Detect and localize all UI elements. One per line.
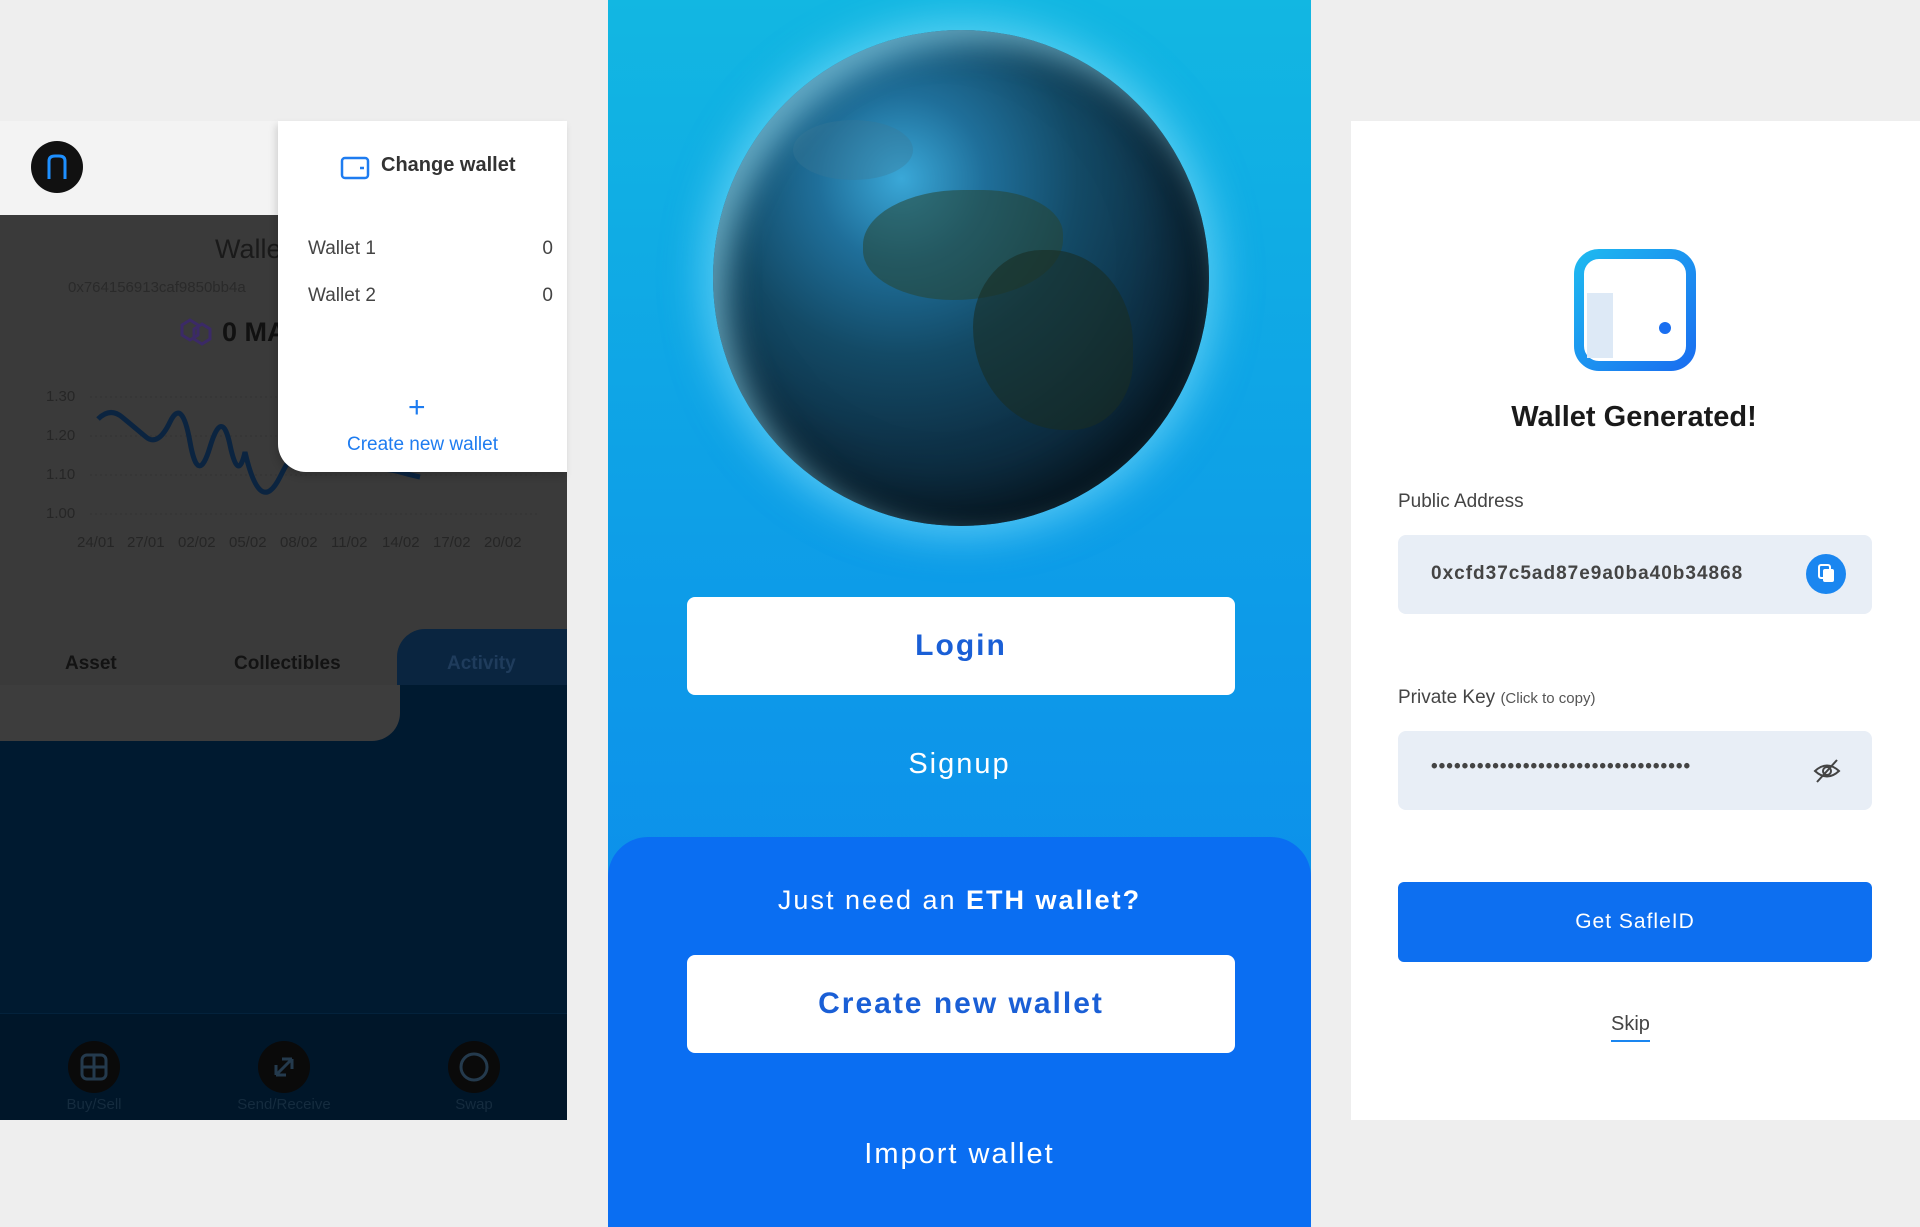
earth-shade — [793, 120, 913, 180]
transfer-icon — [274, 1057, 294, 1077]
earth-illustration — [713, 30, 1209, 526]
swap-label: Swap — [455, 1096, 493, 1113]
wallet-icon — [1574, 249, 1696, 371]
public-address-field[interactable]: 0xcfd37c5ad87e9a0ba40b34868 — [1398, 535, 1872, 614]
private-key-masked: •••••••••••••••••••••••••••••••••• — [1431, 756, 1692, 777]
tab-collectibles[interactable]: Collectibles — [234, 653, 341, 675]
wallet-option-balance: 0 — [542, 238, 553, 259]
app-logo-icon[interactable] — [31, 141, 83, 193]
buy-sell-label: Buy/Sell — [66, 1096, 122, 1113]
public-address-label: Public Address — [1398, 491, 1524, 512]
wallet-option-balance: 0 — [542, 285, 553, 306]
y-tick: 1.30 — [46, 388, 75, 405]
x-tick: 11/02 — [331, 534, 367, 551]
x-tick: 05/02 — [229, 534, 267, 551]
x-tick: 08/02 — [280, 534, 318, 551]
earth-landmass — [973, 250, 1133, 430]
private-key-field[interactable]: •••••••••••••••••••••••••••••••••• — [1398, 731, 1872, 810]
wallet-address[interactable]: 0x764156913caf9850bb4a — [68, 279, 246, 296]
x-tick: 20/02 — [484, 534, 522, 551]
private-key-hint: (Click to copy) — [1500, 690, 1596, 707]
x-tick: 17/02 — [433, 534, 471, 551]
eth-prompt-bold: ETH wallet? — [966, 885, 1142, 915]
wallet-option-name: Wallet 2 — [308, 285, 376, 306]
plus-icon[interactable]: + — [408, 393, 426, 423]
copy-icon — [1818, 564, 1834, 582]
y-tick: 1.00 — [46, 505, 75, 522]
y-tick: 1.20 — [46, 427, 75, 444]
onboarding-panel: Login Signup Just need an ETH wallet? Cr… — [608, 0, 1311, 1227]
tabs-curve — [0, 685, 400, 741]
wallet-option-name: Wallet 1 — [308, 238, 376, 259]
grid-icon — [80, 1053, 108, 1081]
polygon-icon — [180, 318, 212, 346]
wallet-option[interactable]: Wallet 1 0 — [308, 238, 553, 260]
eth-wallet-prompt: Just need an ETH wallet? — [608, 885, 1311, 916]
create-new-wallet-link[interactable]: Create new wallet — [278, 434, 567, 456]
wallet-option[interactable]: Wallet 2 0 — [308, 285, 553, 307]
x-tick: 24/01 — [77, 534, 115, 551]
wallet-generated-panel: Wallet Generated! Public Address 0xcfd37… — [1351, 121, 1920, 1120]
create-new-wallet-button[interactable]: Create new wallet — [687, 955, 1235, 1053]
private-key-label-text: Private Key — [1398, 687, 1496, 708]
public-address-value: 0xcfd37c5ad87e9a0ba40b34868 — [1431, 563, 1744, 584]
y-tick: 1.10 — [46, 466, 75, 483]
eye-off-icon[interactable] — [1812, 757, 1842, 785]
get-safleid-button[interactable]: Get SafleID — [1398, 882, 1872, 962]
signup-link[interactable]: Signup — [608, 748, 1311, 781]
import-wallet-link[interactable]: Import wallet — [608, 1138, 1311, 1171]
tab-activity[interactable]: Activity — [447, 653, 516, 675]
x-tick: 27/01 — [127, 534, 165, 551]
copy-button[interactable] — [1806, 554, 1846, 594]
send-receive-label: Send/Receive — [237, 1096, 331, 1113]
tab-asset[interactable]: Asset — [65, 653, 117, 675]
wallet-name: Walle — [215, 234, 282, 264]
wallet-balance: 0 MA — [222, 317, 287, 347]
private-key-label: Private Key (Click to copy) — [1398, 687, 1595, 709]
wallet-icon — [340, 156, 370, 180]
login-button[interactable]: Login — [687, 597, 1235, 695]
swap-icon — [459, 1052, 489, 1082]
send-receive-button[interactable] — [258, 1041, 310, 1093]
x-tick: 02/02 — [178, 534, 216, 551]
page-title: Wallet Generated! — [1511, 401, 1757, 433]
change-wallet-title: Change wallet — [381, 154, 516, 176]
buy-sell-button[interactable] — [68, 1041, 120, 1093]
skip-link[interactable]: Skip — [1611, 1013, 1650, 1042]
swap-button[interactable] — [448, 1041, 500, 1093]
eth-prompt-text: Just need an — [777, 885, 967, 915]
change-wallet-dropdown: Change wallet Wallet 1 0 Wallet 2 0 + Cr… — [278, 121, 567, 472]
x-tick: 14/02 — [382, 534, 420, 551]
